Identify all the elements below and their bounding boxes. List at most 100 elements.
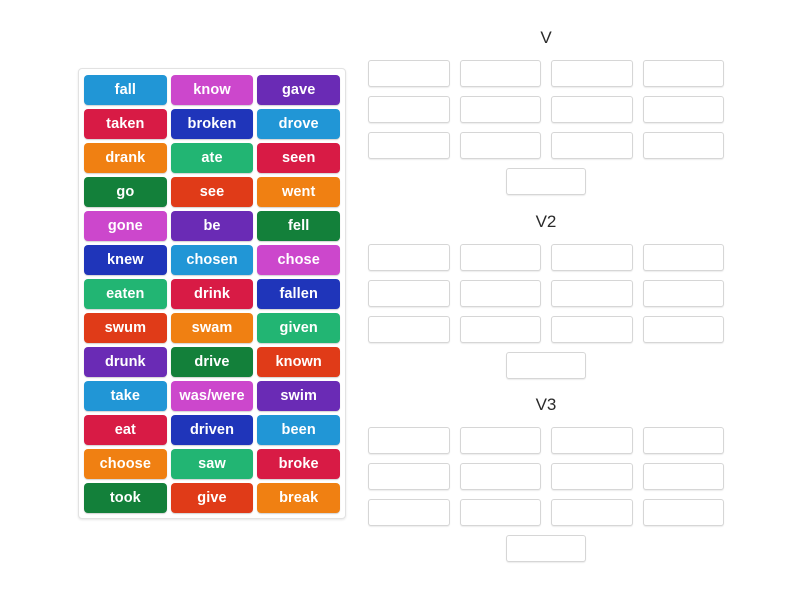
word-tile[interactable]: gave — [257, 75, 341, 105]
word-tile[interactable]: was/were — [170, 381, 254, 411]
drop-slot[interactable] — [551, 427, 633, 454]
word-bank-row: drunk drive known — [84, 347, 341, 377]
word-bank-row: choose saw broke — [84, 449, 341, 479]
word-tile[interactable]: give — [170, 483, 254, 513]
slot-row — [368, 427, 724, 454]
drop-slot[interactable] — [459, 96, 541, 123]
word-bank-row: fall know gave — [84, 75, 341, 105]
word-tile[interactable]: drink — [170, 279, 254, 309]
word-tile[interactable]: ate — [170, 143, 254, 173]
drop-group-v2: V2 — [368, 212, 724, 379]
word-tile[interactable]: eat — [84, 415, 167, 445]
drop-slot[interactable] — [368, 244, 450, 271]
word-tile[interactable]: be — [170, 211, 254, 241]
word-bank-row: gone be fell — [84, 211, 341, 241]
drop-slot[interactable] — [368, 499, 450, 526]
word-tile[interactable]: went — [257, 177, 341, 207]
word-tile[interactable]: saw — [170, 449, 254, 479]
slot-row — [368, 96, 724, 123]
group-title-v: V — [540, 28, 552, 47]
drop-slot[interactable] — [642, 60, 724, 87]
word-tile[interactable]: break — [257, 483, 341, 513]
word-tile[interactable]: known — [257, 347, 341, 377]
drop-slot[interactable] — [506, 352, 586, 379]
word-tile[interactable]: fell — [257, 211, 341, 241]
drop-slot[interactable] — [459, 280, 541, 307]
word-tile[interactable]: fallen — [257, 279, 341, 309]
drop-slot[interactable] — [551, 132, 633, 159]
drop-slot[interactable] — [642, 280, 724, 307]
word-tile[interactable]: chose — [257, 245, 341, 275]
word-tile[interactable]: been — [257, 415, 341, 445]
word-tile[interactable]: swum — [84, 313, 167, 343]
slot-grid-v — [368, 60, 724, 195]
drop-slot[interactable] — [551, 96, 633, 123]
word-tile[interactable]: drank — [84, 143, 167, 173]
word-tile[interactable]: driven — [170, 415, 254, 445]
word-tile[interactable]: knew — [84, 245, 167, 275]
slot-row — [368, 352, 724, 379]
drop-slot[interactable] — [642, 132, 724, 159]
word-tile[interactable]: broken — [170, 109, 254, 139]
drop-slot[interactable] — [642, 499, 724, 526]
drop-slot[interactable] — [368, 316, 450, 343]
word-bank-row: take was/were swim — [84, 381, 341, 411]
drop-slot[interactable] — [506, 535, 586, 562]
word-tile[interactable]: eaten — [84, 279, 167, 309]
drop-slot[interactable] — [368, 60, 450, 87]
drop-slot[interactable] — [459, 244, 541, 271]
drop-slot[interactable] — [642, 463, 724, 490]
drop-slot[interactable] — [459, 60, 541, 87]
word-tile[interactable]: take — [84, 381, 167, 411]
word-tile[interactable]: drive — [170, 347, 254, 377]
word-tile[interactable]: swim — [257, 381, 341, 411]
drop-slot[interactable] — [459, 316, 541, 343]
word-tile[interactable]: broke — [257, 449, 341, 479]
drop-slot[interactable] — [551, 280, 633, 307]
drop-slot[interactable] — [642, 96, 724, 123]
slot-grid-v2 — [368, 244, 724, 379]
drop-slot[interactable] — [551, 60, 633, 87]
drop-slot[interactable] — [368, 280, 450, 307]
slot-row — [368, 463, 724, 490]
word-tile[interactable]: taken — [84, 109, 167, 139]
word-tile[interactable]: swam — [170, 313, 254, 343]
slot-row — [368, 132, 724, 159]
word-tile[interactable]: drove — [257, 109, 341, 139]
word-tile[interactable]: seen — [257, 143, 341, 173]
word-tile[interactable]: go — [84, 177, 167, 207]
drop-slot[interactable] — [368, 96, 450, 123]
drop-slot[interactable] — [642, 427, 724, 454]
drop-slot[interactable] — [551, 463, 633, 490]
word-bank-row: swum swam given — [84, 313, 341, 343]
word-bank-row: go see went — [84, 177, 341, 207]
word-bank-row: eaten drink fallen — [84, 279, 341, 309]
drop-slot[interactable] — [551, 316, 633, 343]
drop-slot[interactable] — [368, 132, 450, 159]
word-tile[interactable]: given — [257, 313, 341, 343]
drop-slot[interactable] — [459, 427, 541, 454]
word-tile[interactable]: chosen — [170, 245, 254, 275]
word-tile[interactable]: choose — [84, 449, 167, 479]
drop-slot[interactable] — [551, 244, 633, 271]
slot-row — [368, 244, 724, 271]
word-tile[interactable]: took — [84, 483, 167, 513]
drop-slot[interactable] — [459, 132, 541, 159]
drop-slot[interactable] — [459, 499, 541, 526]
word-tile[interactable]: see — [170, 177, 254, 207]
drop-slot[interactable] — [459, 463, 541, 490]
drop-slot[interactable] — [642, 244, 724, 271]
drop-slot[interactable] — [368, 427, 450, 454]
drop-group-v3: V3 — [368, 395, 724, 562]
slot-row — [368, 60, 724, 87]
word-tile[interactable]: drunk — [84, 347, 167, 377]
drop-group-v: V — [368, 28, 724, 195]
word-bank-row: knew chosen chose — [84, 245, 341, 275]
word-tile[interactable]: know — [170, 75, 254, 105]
word-tile[interactable]: fall — [84, 75, 167, 105]
word-tile[interactable]: gone — [84, 211, 167, 241]
drop-slot[interactable] — [642, 316, 724, 343]
drop-slot[interactable] — [506, 168, 586, 195]
drop-slot[interactable] — [368, 463, 450, 490]
drop-slot[interactable] — [551, 499, 633, 526]
